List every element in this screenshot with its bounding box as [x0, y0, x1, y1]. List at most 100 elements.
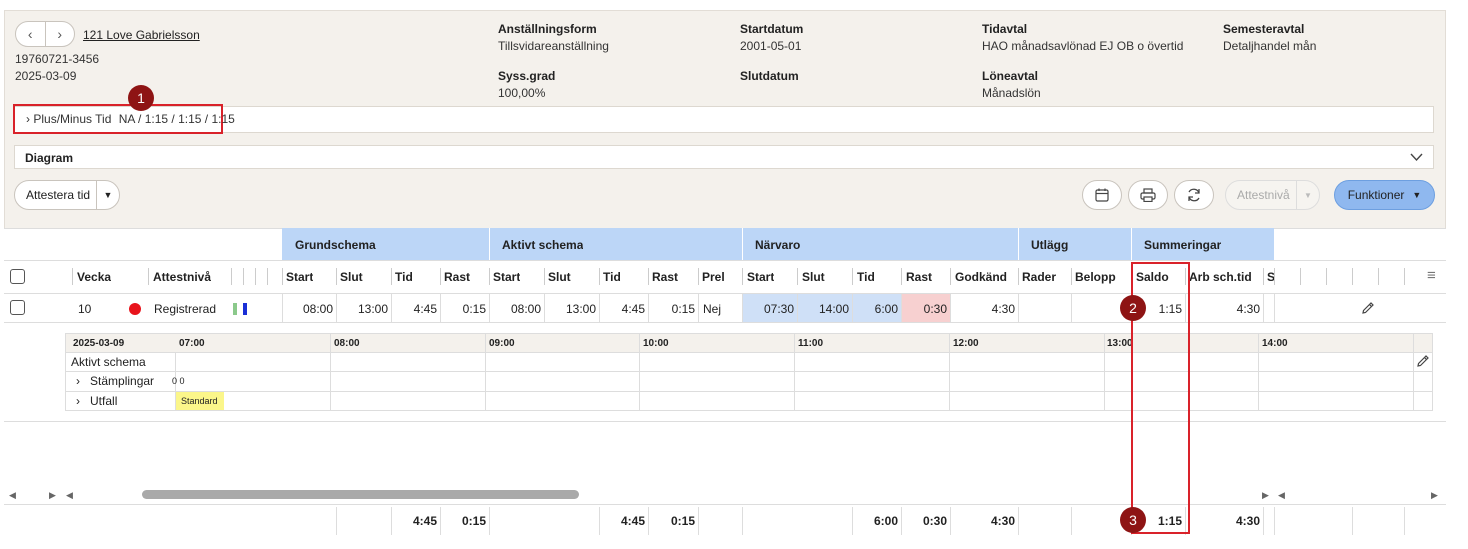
- scroll-right-icon[interactable]: ▶: [1431, 490, 1438, 501]
- scroll-left-icon[interactable]: ◀: [66, 490, 73, 501]
- status-indicator: [243, 303, 247, 315]
- col-header[interactable]: Rast: [652, 270, 678, 284]
- status-indicator: [233, 303, 237, 315]
- group-header-narvaro: Närvaro: [755, 238, 801, 252]
- col-header[interactable]: Vecka: [77, 270, 111, 284]
- chevron-right-icon: ›: [76, 374, 80, 388]
- col-header[interactable]: Start: [286, 270, 313, 284]
- col-header[interactable]: Arb sch.tid: [1189, 270, 1252, 284]
- plusminus-toggle[interactable]: › Plus/Minus Tid NA / 1:15 / 1:15 / 1:15: [26, 112, 235, 126]
- functions-button[interactable]: Funktioner ▼: [1334, 180, 1435, 210]
- total-godkand: 4:30: [990, 514, 1015, 528]
- group-header-summeringar: Summeringar: [1144, 238, 1222, 252]
- attest-button[interactable]: Attestera tid: [15, 188, 96, 202]
- calendar-button[interactable]: [1082, 180, 1122, 210]
- refresh-button[interactable]: [1174, 180, 1214, 210]
- total-grund-rast: 0:15: [461, 514, 486, 528]
- select-all-checkbox[interactable]: [10, 269, 25, 284]
- col-header[interactable]: Slut: [802, 270, 825, 284]
- attest-level-button[interactable]: Attestnivå: [1226, 188, 1296, 202]
- cell-grund-rast[interactable]: 0:15: [440, 302, 486, 316]
- employee-id: 19760721-3456: [15, 52, 100, 66]
- stamp-marker[interactable]: 0 0: [172, 376, 185, 386]
- col-header[interactable]: Tid: [395, 270, 413, 284]
- col-header[interactable]: Start: [493, 270, 520, 284]
- column-menu-icon[interactable]: ≡: [1427, 267, 1436, 284]
- group-header-utlagg: Utlägg: [1031, 238, 1069, 252]
- cell-narvaro-start[interactable]: 07:30: [742, 302, 794, 316]
- col-header[interactable]: Rast: [906, 270, 932, 284]
- col-header[interactable]: Attestnivå: [153, 270, 211, 284]
- info-label: Anställningsform: [498, 22, 597, 36]
- timeline-hour: 07:00: [179, 338, 205, 349]
- col-header[interactable]: Tid: [603, 270, 621, 284]
- total-aktiv-tid: 4:45: [620, 514, 645, 528]
- pencil-icon[interactable]: [1416, 354, 1430, 368]
- caret-down-icon: ▼: [1412, 190, 1422, 200]
- info-value: 100,00%: [498, 86, 546, 100]
- horizontal-scrollbar-thumb[interactable]: [142, 490, 579, 499]
- chevron-left-icon[interactable]: ‹: [16, 22, 46, 46]
- info-label: Startdatum: [740, 22, 804, 36]
- cell-grund-start[interactable]: 08:00: [282, 302, 333, 316]
- timeline-row-toggle[interactable]: › Utfall: [76, 394, 117, 408]
- cell-aktiv-rast[interactable]: 0:15: [648, 302, 695, 316]
- status-dot: [129, 303, 141, 315]
- col-header[interactable]: Slut: [340, 270, 363, 284]
- col-header[interactable]: Rast: [444, 270, 470, 284]
- attest-button-group: Attestera tid ▼: [14, 180, 120, 210]
- timeline-hour: 13:00: [1107, 338, 1133, 349]
- timeline-row-label: Aktivt schema: [71, 355, 146, 369]
- diagram-label: Diagram: [25, 151, 74, 165]
- group-header-grundschema: Grundschema: [295, 238, 376, 252]
- cell-godkand[interactable]: 4:30: [950, 302, 1015, 316]
- cell-aktiv-tid[interactable]: 4:45: [599, 302, 645, 316]
- cell-narvaro-slut[interactable]: 14:00: [797, 302, 849, 316]
- timeline-hour: 11:00: [798, 338, 824, 349]
- scroll-right-icon[interactable]: ▶: [49, 490, 56, 501]
- cell-grund-slut[interactable]: 13:00: [336, 302, 388, 316]
- timeline-hour: 14:00: [1262, 338, 1288, 349]
- col-header[interactable]: Belopp: [1075, 270, 1116, 284]
- col-header[interactable]: Rader: [1022, 270, 1056, 284]
- cell-narvaro-rast[interactable]: 0:30: [901, 302, 947, 316]
- scroll-left-icon[interactable]: ◀: [1278, 490, 1285, 501]
- info-value: Detaljhandel mån: [1223, 39, 1317, 53]
- total-narvaro-tid: 6:00: [873, 514, 898, 528]
- diagram-bar[interactable]: [14, 145, 1434, 169]
- employee-name-link[interactable]: 121 Love Gabrielsson: [83, 28, 200, 42]
- timeline-row-toggle[interactable]: › Stämplingar: [76, 374, 154, 388]
- timeline-hour: 12:00: [953, 338, 979, 349]
- caret-down-icon[interactable]: ▼: [1296, 181, 1319, 209]
- col-header[interactable]: Prel: [702, 270, 725, 284]
- printer-icon: [1140, 188, 1156, 202]
- cell-arb-sch-tid[interactable]: 4:30: [1185, 302, 1260, 316]
- attest-level-group: Attestnivå ▼: [1225, 180, 1320, 210]
- chevron-right-icon[interactable]: ›: [46, 22, 75, 46]
- cell-aktiv-start[interactable]: 08:00: [489, 302, 541, 316]
- pencil-icon[interactable]: [1361, 301, 1375, 315]
- cell-grund-tid[interactable]: 4:45: [391, 302, 437, 316]
- print-button[interactable]: [1128, 180, 1168, 210]
- cell-aktiv-slut[interactable]: 13:00: [544, 302, 596, 316]
- cell-narvaro-tid[interactable]: 6:00: [852, 302, 898, 316]
- col-header[interactable]: Tid: [857, 270, 875, 284]
- caret-down-icon[interactable]: ▼: [96, 181, 119, 209]
- utfall-tag[interactable]: Standard: [176, 392, 224, 410]
- scroll-right-icon[interactable]: ▶: [1262, 490, 1269, 501]
- timeline-date: 2025-03-09: [73, 338, 125, 349]
- col-header[interactable]: Start: [747, 270, 774, 284]
- timeline-hour: 09:00: [489, 338, 515, 349]
- col-header[interactable]: Godkänd: [955, 270, 1007, 284]
- info-label: Slutdatum: [740, 69, 799, 83]
- col-header[interactable]: Slut: [548, 270, 571, 284]
- info-label: Tidavtal: [982, 22, 1028, 36]
- plusminus-label: Plus/Minus Tid: [33, 112, 112, 126]
- chevron-right-icon: ›: [26, 112, 30, 126]
- functions-label: Funktioner: [1347, 188, 1405, 202]
- row-checkbox[interactable]: [10, 300, 25, 315]
- chevron-down-icon[interactable]: [1410, 153, 1423, 162]
- info-value: Månadslön: [982, 86, 1041, 100]
- scroll-left-icon[interactable]: ◀: [9, 490, 16, 501]
- cell-prel[interactable]: Nej: [703, 302, 721, 316]
